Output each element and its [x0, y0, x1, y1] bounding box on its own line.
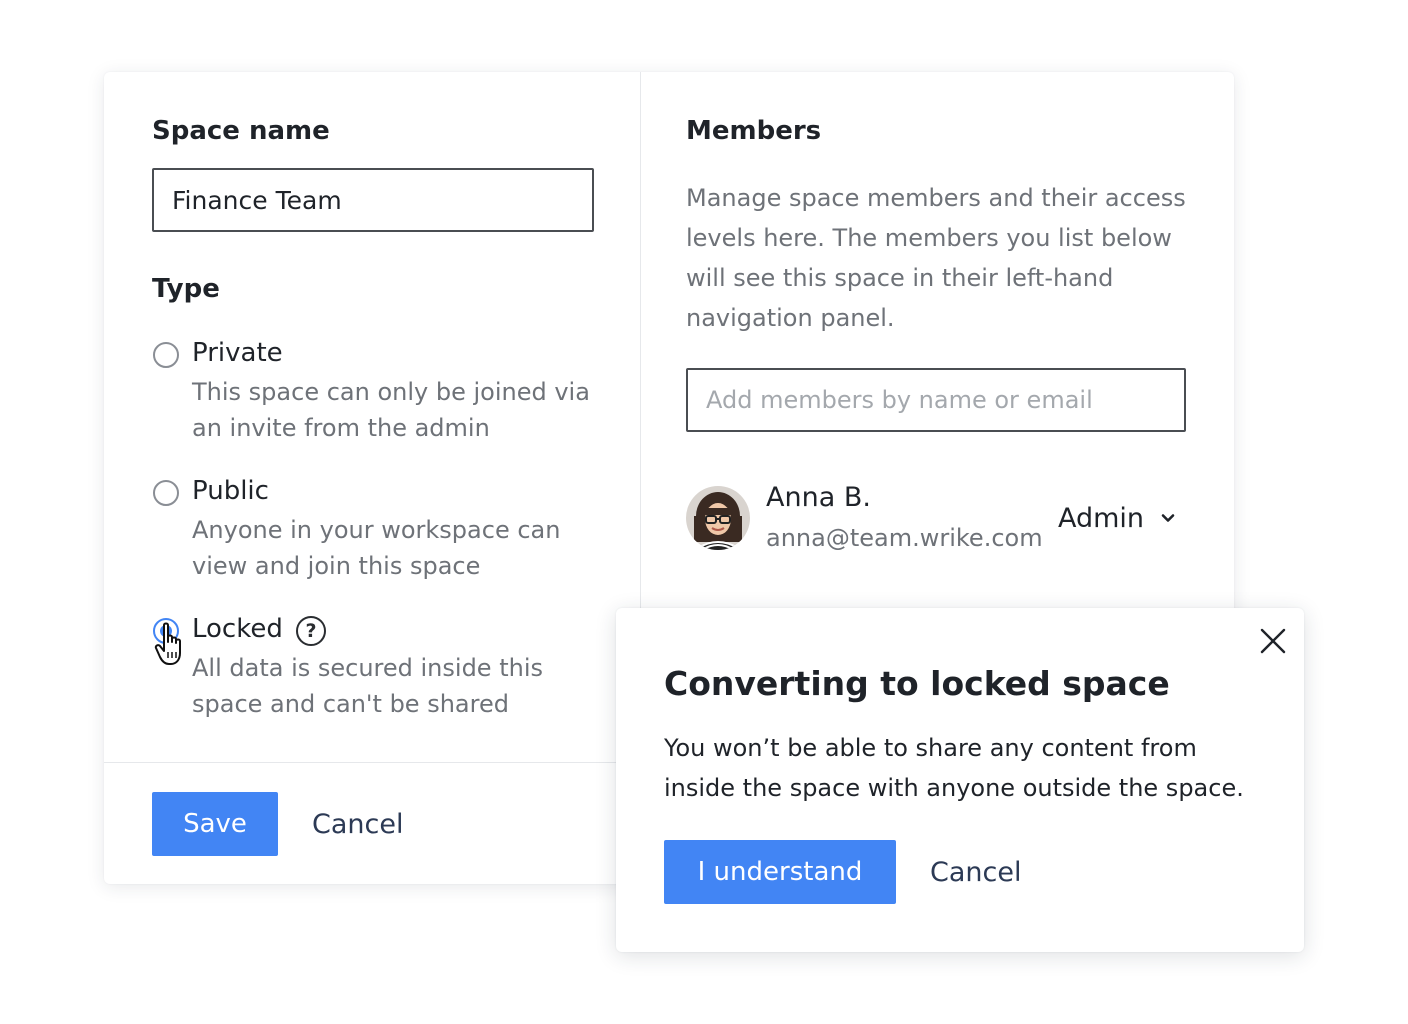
public-radio[interactable]: [153, 480, 179, 506]
members-description: Manage space members and their access le…: [686, 184, 1186, 332]
private-label: Private: [192, 338, 283, 368]
type-heading: Type: [152, 274, 220, 304]
dialog-title: Converting to locked space: [664, 664, 1170, 703]
member-name: Anna B.: [766, 482, 871, 513]
help-icon[interactable]: ?: [296, 616, 326, 646]
space-name-heading: Space name: [152, 116, 330, 146]
member-email: anna@team.wrike.com: [766, 524, 1043, 552]
space-name-input[interactable]: [152, 168, 594, 232]
column-divider: [640, 72, 641, 608]
locked-label: Locked: [192, 614, 283, 644]
add-members-input[interactable]: [686, 368, 1186, 432]
close-icon[interactable]: [1258, 626, 1288, 656]
role-dropdown[interactable]: Admin: [1058, 498, 1176, 538]
chevron-down-icon: [1161, 514, 1175, 522]
private-description: This space can only be joined via an inv…: [192, 378, 590, 442]
avatar: [686, 486, 750, 550]
i-understand-button[interactable]: I understand: [664, 840, 896, 904]
dialog-cancel-button[interactable]: Cancel: [930, 852, 1021, 892]
role-label: Admin: [1058, 502, 1145, 534]
public-label: Public: [192, 476, 269, 506]
public-description: Anyone in your workspace can view and jo…: [192, 516, 561, 580]
locked-space-dialog: Converting to locked space You won’t be …: [616, 608, 1304, 952]
members-heading: Members: [686, 116, 822, 146]
save-button[interactable]: Save: [152, 792, 278, 856]
private-radio[interactable]: [153, 342, 179, 368]
dialog-message: You won’t be able to share any content f…: [664, 734, 1244, 802]
locked-description: All data is secured inside this space an…: [192, 654, 543, 718]
pointer-cursor-icon: [154, 622, 181, 665]
cancel-button[interactable]: Cancel: [312, 804, 403, 844]
